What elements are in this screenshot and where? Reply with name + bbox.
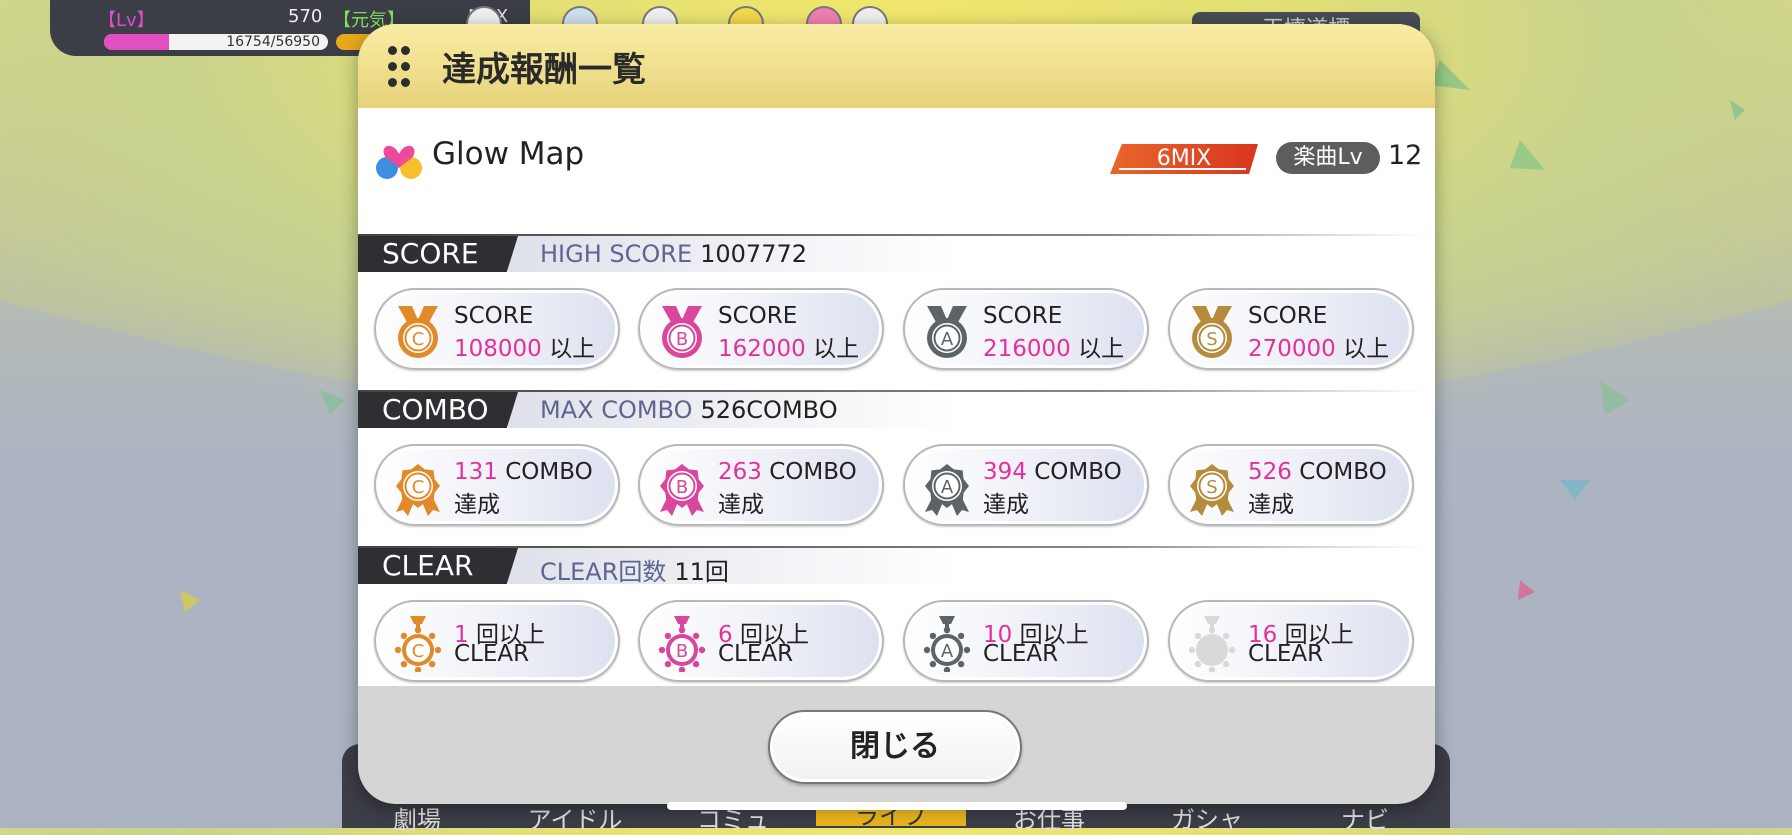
threshold-value: 526: [1248, 459, 1292, 485]
clear-reward-a: A 10 回以上 CLEAR: [903, 600, 1149, 682]
section-label: SCORE: [358, 236, 518, 272]
exp-bar: 16754/56950: [104, 34, 328, 50]
rank-a-medal-icon: A: [921, 304, 973, 360]
section-label: COMBO: [358, 392, 518, 428]
reward-line-1: 263 COMBO: [718, 459, 857, 485]
rank-s-medal-icon: [1186, 616, 1238, 674]
song-info: Glow Map 6MIX 楽曲Lv 12: [358, 108, 1435, 208]
reward-line-2: 達成: [718, 492, 764, 518]
rank-c-medal-icon: C: [392, 304, 444, 360]
combo-reward-a: A 394 COMBO 達成: [903, 444, 1149, 526]
rank-c-medal-icon: C: [392, 616, 444, 674]
nav-item-theater[interactable]: 劇場: [342, 800, 492, 835]
rank-s-medal-icon: S: [1186, 304, 1238, 360]
level-label: 【Lv】: [98, 10, 155, 31]
nav-item-idol[interactable]: アイドル: [500, 800, 650, 835]
nav-item-gacha[interactable]: ガシャ: [1132, 800, 1282, 835]
threshold-value: 131: [454, 459, 498, 485]
song-title: Glow Map: [432, 136, 585, 172]
reward-line-1: SCORE: [1248, 303, 1328, 329]
svg-text:C: C: [412, 329, 425, 350]
svg-text:B: B: [676, 477, 688, 498]
threshold-value: 108000: [454, 336, 542, 362]
stamina-value: 570: [288, 6, 323, 27]
reward-line-2: CLEAR: [454, 641, 530, 667]
combo-reward-b: B 263 COMBO 達成: [638, 444, 884, 526]
combo-reward-c: C 131 COMBO 達成: [374, 444, 620, 526]
svg-text:S: S: [1206, 329, 1217, 350]
threshold-value: 394: [983, 459, 1027, 485]
reward-line-2: 162000 以上: [718, 336, 860, 362]
reward-line-1: SCORE: [454, 303, 534, 329]
rank-b-medal-icon: B: [656, 460, 708, 516]
score-reward-c: C SCORE 108000 以上: [374, 288, 620, 370]
rank-a-medal-icon: A: [921, 460, 973, 516]
exp-text: 16754/56950: [226, 34, 320, 50]
dialog-body: Glow Map 6MIX 楽曲Lv 12 SCORE HIGH SCORE 10…: [358, 108, 1435, 686]
reward-line-2: CLEAR: [1248, 641, 1324, 667]
max-combo-label: MAX COMBO: [540, 396, 693, 424]
reward-line-2: 270000 以上: [1248, 336, 1390, 362]
reward-line-2: 108000 以上: [454, 336, 596, 362]
reward-line-2: CLEAR: [983, 641, 1059, 667]
reward-list-dialog: 達成報酬一覧 Glow Map 6MIX 楽曲Lv 12 SCORE HIGH …: [358, 24, 1435, 804]
score-reward-a: A SCORE 216000 以上: [903, 288, 1149, 370]
rank-a-medal-icon: A: [921, 616, 973, 674]
threshold-value: 162000: [718, 336, 806, 362]
reward-line-1: 526 COMBO: [1248, 459, 1387, 485]
section-label: CLEAR: [358, 548, 518, 584]
drag-handle-icon[interactable]: [388, 46, 412, 88]
rank-b-medal-icon: B: [656, 304, 708, 360]
score-reward-s: S SCORE 270000 以上: [1168, 288, 1414, 370]
combo-reward-s: S 526 COMBO 達成: [1168, 444, 1414, 526]
rank-b-medal-icon: B: [656, 616, 708, 674]
score-reward-b: B SCORE 162000 以上: [638, 288, 884, 370]
mix-badge: 6MIX: [1110, 144, 1258, 174]
dialog-title: 達成報酬一覧: [442, 50, 646, 90]
reward-line-2: 達成: [1248, 492, 1294, 518]
reward-line-1: SCORE: [983, 303, 1063, 329]
clear-reward-c: C1 回以上 CLEAR: [374, 600, 620, 682]
song-level-label: 楽曲Lv: [1276, 142, 1380, 174]
max-combo-value: 526COMBO: [700, 396, 838, 424]
song-type-icon: [376, 145, 422, 179]
score-section-header: SCORE HIGH SCORE 1007772: [358, 234, 1435, 274]
svg-text:B: B: [676, 329, 688, 350]
reward-line-1: SCORE: [718, 303, 798, 329]
rank-c-medal-icon: C: [392, 460, 444, 516]
svg-text:B: B: [676, 641, 688, 662]
combo-section-header: COMBO MAX COMBO 526COMBO: [358, 390, 1435, 430]
threshold-value: 270000: [1248, 336, 1336, 362]
high-score-value: 1007772: [700, 240, 808, 268]
nav-item-navi[interactable]: ナビ: [1290, 800, 1440, 835]
reward-line-2: 達成: [454, 492, 500, 518]
high-score-label: HIGH SCORE: [540, 240, 693, 268]
reward-line-2: CLEAR: [718, 641, 794, 667]
svg-text:A: A: [941, 641, 954, 662]
clear-count-value: 11回: [674, 558, 729, 586]
svg-text:A: A: [941, 477, 954, 498]
threshold-value: 263: [718, 459, 762, 485]
svg-text:C: C: [412, 641, 425, 662]
rank-s-medal-icon: S: [1186, 460, 1238, 516]
clear-count-label: CLEAR回数: [540, 558, 667, 586]
dialog-header: 達成報酬一覧: [358, 24, 1435, 108]
clear-reward-s: 16 回以上 CLEAR: [1168, 600, 1414, 682]
svg-text:C: C: [412, 477, 425, 498]
svg-text:A: A: [941, 329, 954, 350]
home-indicator: [667, 802, 1127, 810]
svg-text:S: S: [1206, 477, 1217, 498]
clear-reward-b: B6 回以上 CLEAR: [638, 600, 884, 682]
song-level-value: 12: [1388, 140, 1423, 171]
clear-section-header: CLEAR CLEAR回数 11回: [358, 546, 1435, 586]
reward-line-2: 216000 以上: [983, 336, 1125, 362]
close-button[interactable]: 閉じる: [768, 710, 1022, 784]
threshold-value: 216000: [983, 336, 1071, 362]
reward-line-2: 達成: [983, 492, 1029, 518]
reward-line-1: 394 COMBO: [983, 459, 1122, 485]
reward-line-1: 131 COMBO: [454, 459, 593, 485]
